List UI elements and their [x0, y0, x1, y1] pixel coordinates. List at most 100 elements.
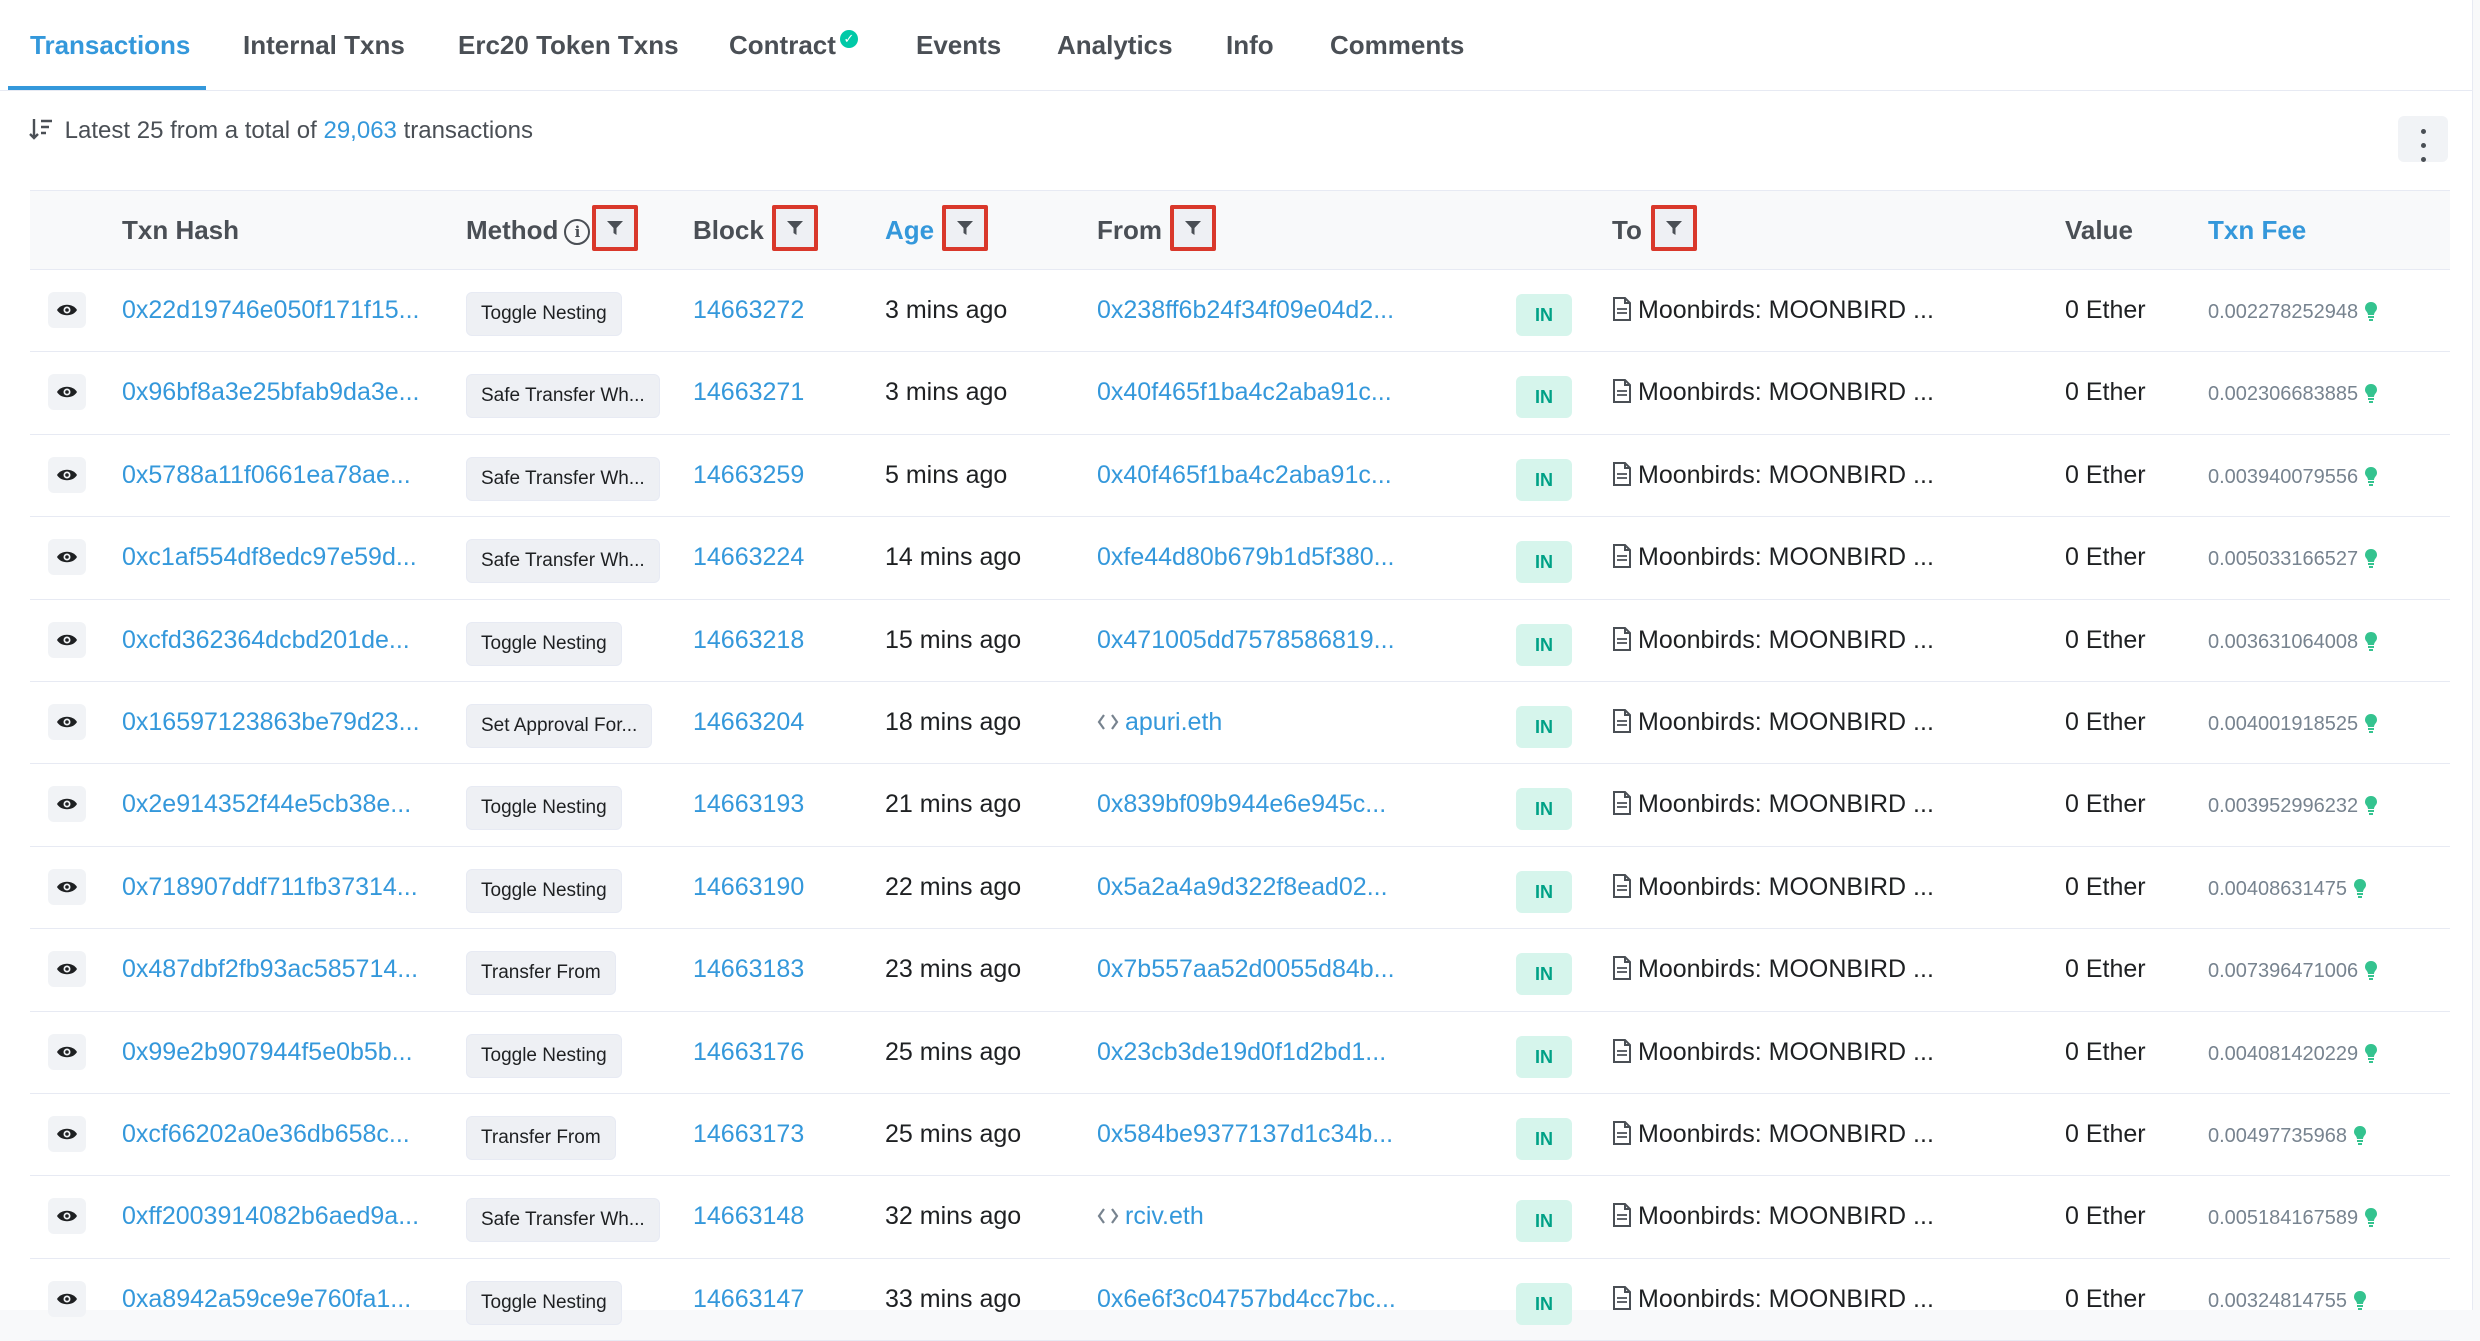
to-address-label[interactable]: Moonbirds: MOONBIRD ... — [1638, 708, 1934, 736]
tab-events[interactable]: Events — [916, 0, 1001, 90]
block-link[interactable]: 14663173 — [693, 1094, 853, 1174]
gas-bulb-icon — [2365, 1043, 2378, 1063]
to-address-label[interactable]: Moonbirds: MOONBIRD ... — [1638, 873, 1934, 901]
to-address-label[interactable]: Moonbirds: MOONBIRD ... — [1638, 790, 1934, 818]
from-address-link[interactable]: 0x40f465f1ba4c2aba91c... — [1097, 378, 1392, 406]
eye-icon — [57, 1128, 77, 1140]
txn-hash-link[interactable]: 0x487dbf2fb93ac585714... — [122, 929, 452, 1009]
method-filter-button[interactable] — [592, 205, 638, 251]
contract-document-icon — [1613, 461, 1631, 486]
from-address-link[interactable]: 0x584be9377137d1c34b... — [1097, 1120, 1393, 1148]
view-details-button[interactable] — [48, 1280, 86, 1317]
tab-info[interactable]: Info — [1226, 0, 1274, 90]
to-cell: Moonbirds: MOONBIRD ... — [1612, 929, 1972, 1009]
from-address-link[interactable]: 0x7b557aa52d0055d84b... — [1097, 955, 1395, 983]
block-link[interactable]: 14663193 — [693, 764, 853, 844]
txn-hash-link[interactable]: 0x2e914352f44e5cb38e... — [122, 764, 452, 844]
total-transactions-count[interactable]: 29,063 — [323, 117, 396, 144]
gas-bulb-icon — [2365, 1208, 2378, 1228]
txn-hash-link[interactable]: 0x5788a11f0661ea78ae... — [122, 435, 452, 515]
tab-comments[interactable]: Comments — [1330, 0, 1464, 90]
from-address-link[interactable]: apuri.eth — [1125, 708, 1222, 736]
to-cell: Moonbirds: MOONBIRD ... — [1612, 682, 1972, 762]
view-details-button[interactable] — [48, 539, 86, 576]
block-link[interactable]: 14663176 — [693, 1012, 853, 1092]
view-details-button[interactable] — [48, 868, 86, 905]
to-address-label[interactable]: Moonbirds: MOONBIRD ... — [1638, 1285, 1934, 1313]
txn-hash-link[interactable]: 0x22d19746e050f171f15... — [122, 270, 452, 350]
direction-badge: IN — [1516, 1282, 1572, 1325]
view-details-button[interactable] — [48, 621, 86, 658]
to-address-label[interactable]: Moonbirds: MOONBIRD ... — [1638, 543, 1934, 571]
from-address-link[interactable]: 0x238ff6b24f34f09e04d2... — [1097, 296, 1394, 324]
tab-analytics[interactable]: Analytics — [1057, 0, 1173, 90]
from-cell: 0x584be9377137d1c34b... — [1097, 1094, 1477, 1174]
value-text: 0 Ether — [2065, 296, 2146, 324]
more-options-button[interactable] — [2398, 116, 2448, 162]
txn-hash-link[interactable]: 0x99e2b907944f5e0b5b... — [122, 1012, 452, 1092]
to-cell: Moonbirds: MOONBIRD ... — [1612, 1094, 1972, 1174]
block-link[interactable]: 14663148 — [693, 1176, 853, 1256]
txn-hash-link[interactable]: 0xa8942a59ce9e760fa1... — [122, 1259, 452, 1339]
to-address-label[interactable]: Moonbirds: MOONBIRD ... — [1638, 626, 1934, 654]
txn-hash-link[interactable]: 0x96bf8a3e25bfab9da3e... — [122, 352, 452, 432]
view-details-button[interactable] — [48, 786, 86, 823]
from-address-link[interactable]: 0x5a2a4a9d322f8ead02... — [1097, 873, 1388, 901]
view-details-button[interactable] — [48, 1033, 86, 1070]
direction-badge: IN — [1516, 788, 1572, 831]
txn-hash-link[interactable]: 0xcf66202a0e36db658c... — [122, 1094, 452, 1174]
to-address-label[interactable]: Moonbirds: MOONBIRD ... — [1638, 1202, 1934, 1230]
from-address-link[interactable]: 0x6e6f3c04757bd4cc7bc... — [1097, 1285, 1396, 1313]
block-link[interactable]: 14663271 — [693, 352, 853, 432]
block-link[interactable]: 14663272 — [693, 270, 853, 350]
block-filter-button[interactable] — [772, 205, 818, 251]
sort-icon[interactable] — [28, 116, 54, 142]
view-details-button[interactable] — [48, 703, 86, 740]
txn-fee-cell: 0.002306683885 — [2208, 352, 2448, 432]
block-link[interactable]: 14663147 — [693, 1259, 853, 1339]
view-details-button[interactable] — [48, 374, 86, 411]
txn-hash-link[interactable]: 0x718907ddf711fb37314... — [122, 847, 452, 927]
from-address-link[interactable]: 0x40f465f1ba4c2aba91c... — [1097, 461, 1392, 489]
to-address-label[interactable]: Moonbirds: MOONBIRD ... — [1638, 296, 1934, 324]
to-filter-button[interactable] — [1651, 205, 1697, 251]
view-details-button[interactable] — [48, 1115, 86, 1152]
info-icon[interactable]: i — [564, 219, 591, 245]
block-link[interactable]: 14663218 — [693, 600, 853, 680]
view-details-button[interactable] — [48, 456, 86, 493]
tab-contract[interactable]: Contract ✓ — [729, 0, 858, 90]
block-link[interactable]: 14663259 — [693, 435, 853, 515]
txn-hash-link[interactable]: 0xcfd362364dcbd201de... — [122, 600, 452, 680]
age-filter-button[interactable] — [942, 205, 988, 251]
view-details-button[interactable] — [48, 951, 86, 988]
column-age[interactable]: Age — [885, 191, 934, 269]
txn-hash-link[interactable]: 0xc1af554df8edc97e59d... — [122, 517, 452, 597]
from-address-link[interactable]: 0x23cb3de19d0f1d2bd1... — [1097, 1038, 1386, 1066]
value-text: 0 Ether — [2065, 1037, 2146, 1066]
view-details-button[interactable] — [48, 1198, 86, 1235]
from-address-link[interactable]: 0x839bf09b944e6e945c... — [1097, 790, 1386, 818]
eye-icon — [57, 634, 77, 645]
from-address-link[interactable]: 0x471005dd7578586819... — [1097, 626, 1395, 654]
from-filter-button[interactable] — [1170, 205, 1216, 251]
txn-hash-link[interactable]: 0x16597123863be79d23... — [122, 682, 452, 762]
to-address-label[interactable]: Moonbirds: MOONBIRD ... — [1638, 1120, 1934, 1148]
block-link[interactable]: 14663190 — [693, 847, 853, 927]
view-details-button[interactable] — [48, 292, 86, 328]
to-address-label[interactable]: Moonbirds: MOONBIRD ... — [1638, 461, 1934, 489]
txn-hash-link[interactable]: 0xff2003914082b6aed9a... — [122, 1176, 452, 1256]
to-address-label[interactable]: Moonbirds: MOONBIRD ... — [1638, 955, 1934, 983]
block-link[interactable]: 14663224 — [693, 517, 853, 597]
to-address-label[interactable]: Moonbirds: MOONBIRD ... — [1638, 378, 1934, 406]
contract-document-icon — [1613, 791, 1631, 816]
from-address-link[interactable]: rciv.eth — [1125, 1202, 1204, 1230]
from-address-link[interactable]: 0xfe44d80b679b1d5f380... — [1097, 543, 1395, 571]
tab-erc20-token-txns[interactable]: Erc20 Token Txns — [458, 0, 679, 90]
to-address-label[interactable]: Moonbirds: MOONBIRD ... — [1638, 1038, 1934, 1066]
method-badge: Toggle Nesting — [466, 621, 622, 666]
block-link[interactable]: 14663183 — [693, 929, 853, 1009]
tab-internal-txns[interactable]: Internal Txns — [243, 0, 405, 90]
column-txn-fee[interactable]: Txn Fee — [2208, 191, 2306, 269]
tab-transactions[interactable]: Transactions — [30, 0, 190, 90]
block-link[interactable]: 14663204 — [693, 682, 853, 762]
